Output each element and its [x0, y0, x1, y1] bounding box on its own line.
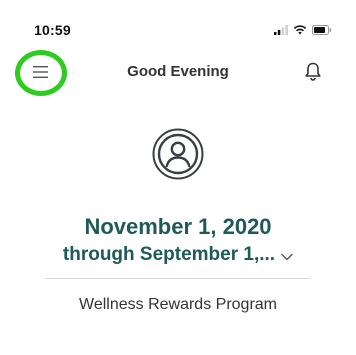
program-name: Wellness Rewards Program [79, 296, 277, 313]
wifi-icon [293, 25, 307, 35]
status-icons [274, 24, 332, 36]
chevron-down-icon [281, 253, 293, 261]
period-selector[interactable]: November 1, 2020 through September 1,... [0, 214, 356, 267]
status-bar: 10:59 [0, 0, 356, 40]
notifications-button[interactable] [304, 61, 322, 81]
period-start: November 1, 2020 [84, 214, 272, 239]
section-divider [45, 278, 311, 279]
app-header: Good Evening [0, 46, 356, 98]
battery-icon [312, 25, 332, 35]
status-time: 10:59 [34, 22, 71, 38]
period-end: through September 1,... [62, 244, 276, 265]
period-dropdown[interactable]: through September 1,... [0, 243, 356, 267]
greeting-title: Good Evening [127, 63, 229, 80]
user-avatar-icon [152, 128, 204, 180]
app-screen: 10:59 Good Evening November 1, 2020 thro… [0, 0, 356, 355]
bell-icon [305, 62, 321, 81]
profile-avatar[interactable] [152, 128, 204, 180]
signal-icon [274, 25, 288, 35]
